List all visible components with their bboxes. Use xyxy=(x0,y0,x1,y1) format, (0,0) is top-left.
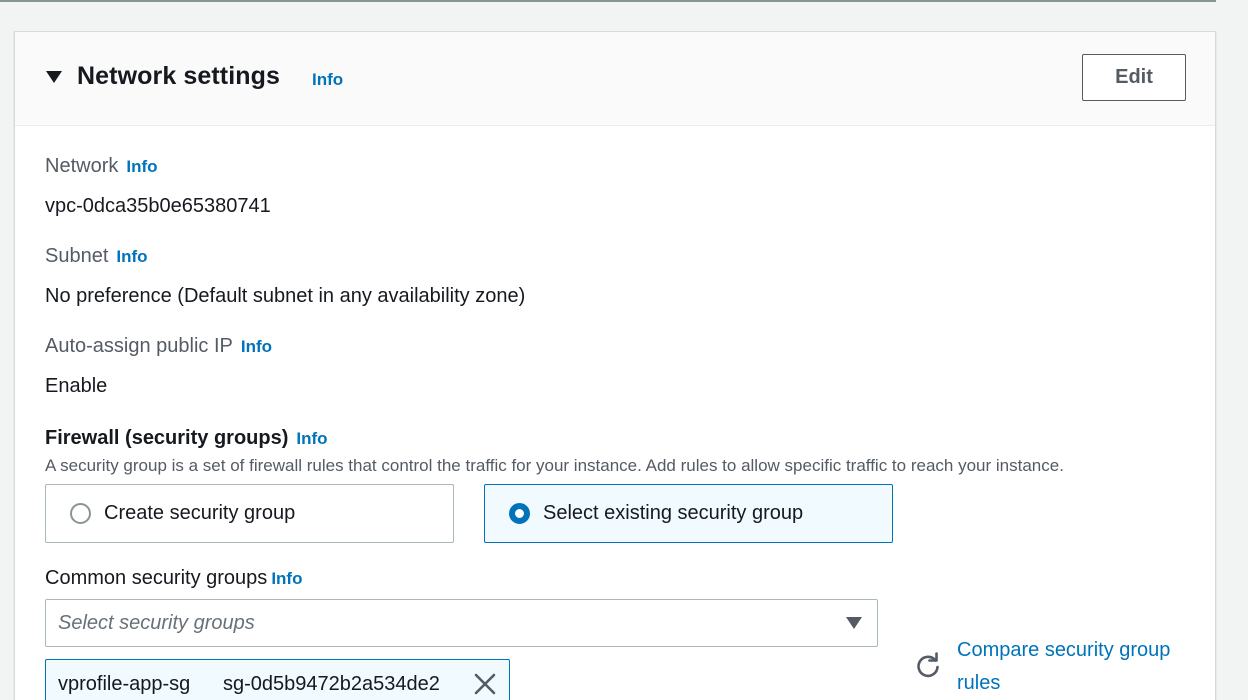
security-group-token-name: vprofile-app-sg xyxy=(58,673,191,695)
network-info-link[interactable]: Info xyxy=(126,157,157,176)
public-ip-value: Enable xyxy=(45,375,108,397)
network-value: vpc-0dca35b0e65380741 xyxy=(45,195,271,217)
create-security-group-label: Create security group xyxy=(104,502,296,524)
compare-security-group-rules-link[interactable]: Compare security group rules xyxy=(957,634,1197,700)
section-title: Network settings xyxy=(77,62,281,90)
subnet-info-link[interactable]: Info xyxy=(116,247,147,266)
panel-header: Network settings Info Edit xyxy=(15,32,1215,126)
network-settings-panel: Network settings Info Edit Network Info v… xyxy=(14,31,1216,700)
common-security-groups-label-text: Common security groups xyxy=(45,567,268,589)
network-label: Network Info xyxy=(45,155,158,178)
public-ip-label-text: Auto-assign public IP xyxy=(45,335,233,357)
select-existing-security-group-option[interactable]: Select existing security group xyxy=(484,484,893,543)
firewall-label-text: Firewall (security groups) xyxy=(45,427,289,449)
radio-unchecked-icon[interactable] xyxy=(70,503,91,524)
dropdown-caret-icon xyxy=(846,617,862,629)
security-group-token: vprofile-app-sg sg-0d5b9472b2a534de2 xyxy=(45,659,510,700)
firewall-label: Firewall (security groups) Info xyxy=(45,427,328,450)
network-label-text: Network xyxy=(45,155,119,177)
subnet-label: Subnet Info xyxy=(45,245,148,268)
public-ip-info-link[interactable]: Info xyxy=(241,337,272,356)
firewall-description: A security group is a set of firewall ru… xyxy=(45,456,1064,475)
security-group-token-id: sg-0d5b9472b2a534de2 xyxy=(223,673,440,695)
create-security-group-option[interactable]: Create security group xyxy=(45,484,454,543)
edit-button[interactable]: Edit xyxy=(1082,54,1186,101)
select-existing-security-group-label: Select existing security group xyxy=(543,502,804,524)
close-icon[interactable] xyxy=(472,671,498,697)
subnet-value: No preference (Default subnet in any ava… xyxy=(45,285,526,307)
section-info-link[interactable]: Info xyxy=(312,70,343,90)
subnet-label-text: Subnet xyxy=(45,245,109,267)
refresh-icon[interactable] xyxy=(914,652,942,680)
previous-panel-border xyxy=(0,0,1216,2)
common-security-groups-label: Common security groups Info xyxy=(45,567,302,590)
public-ip-label: Auto-assign public IP Info xyxy=(45,335,272,358)
firewall-info-link[interactable]: Info xyxy=(296,429,327,448)
security-groups-select[interactable]: Select security groups xyxy=(45,599,878,647)
common-security-groups-info-link[interactable]: Info xyxy=(271,569,302,588)
security-groups-select-placeholder: Select security groups xyxy=(58,612,255,634)
radio-checked-icon[interactable] xyxy=(509,503,530,524)
collapse-caret-icon[interactable] xyxy=(46,71,62,83)
